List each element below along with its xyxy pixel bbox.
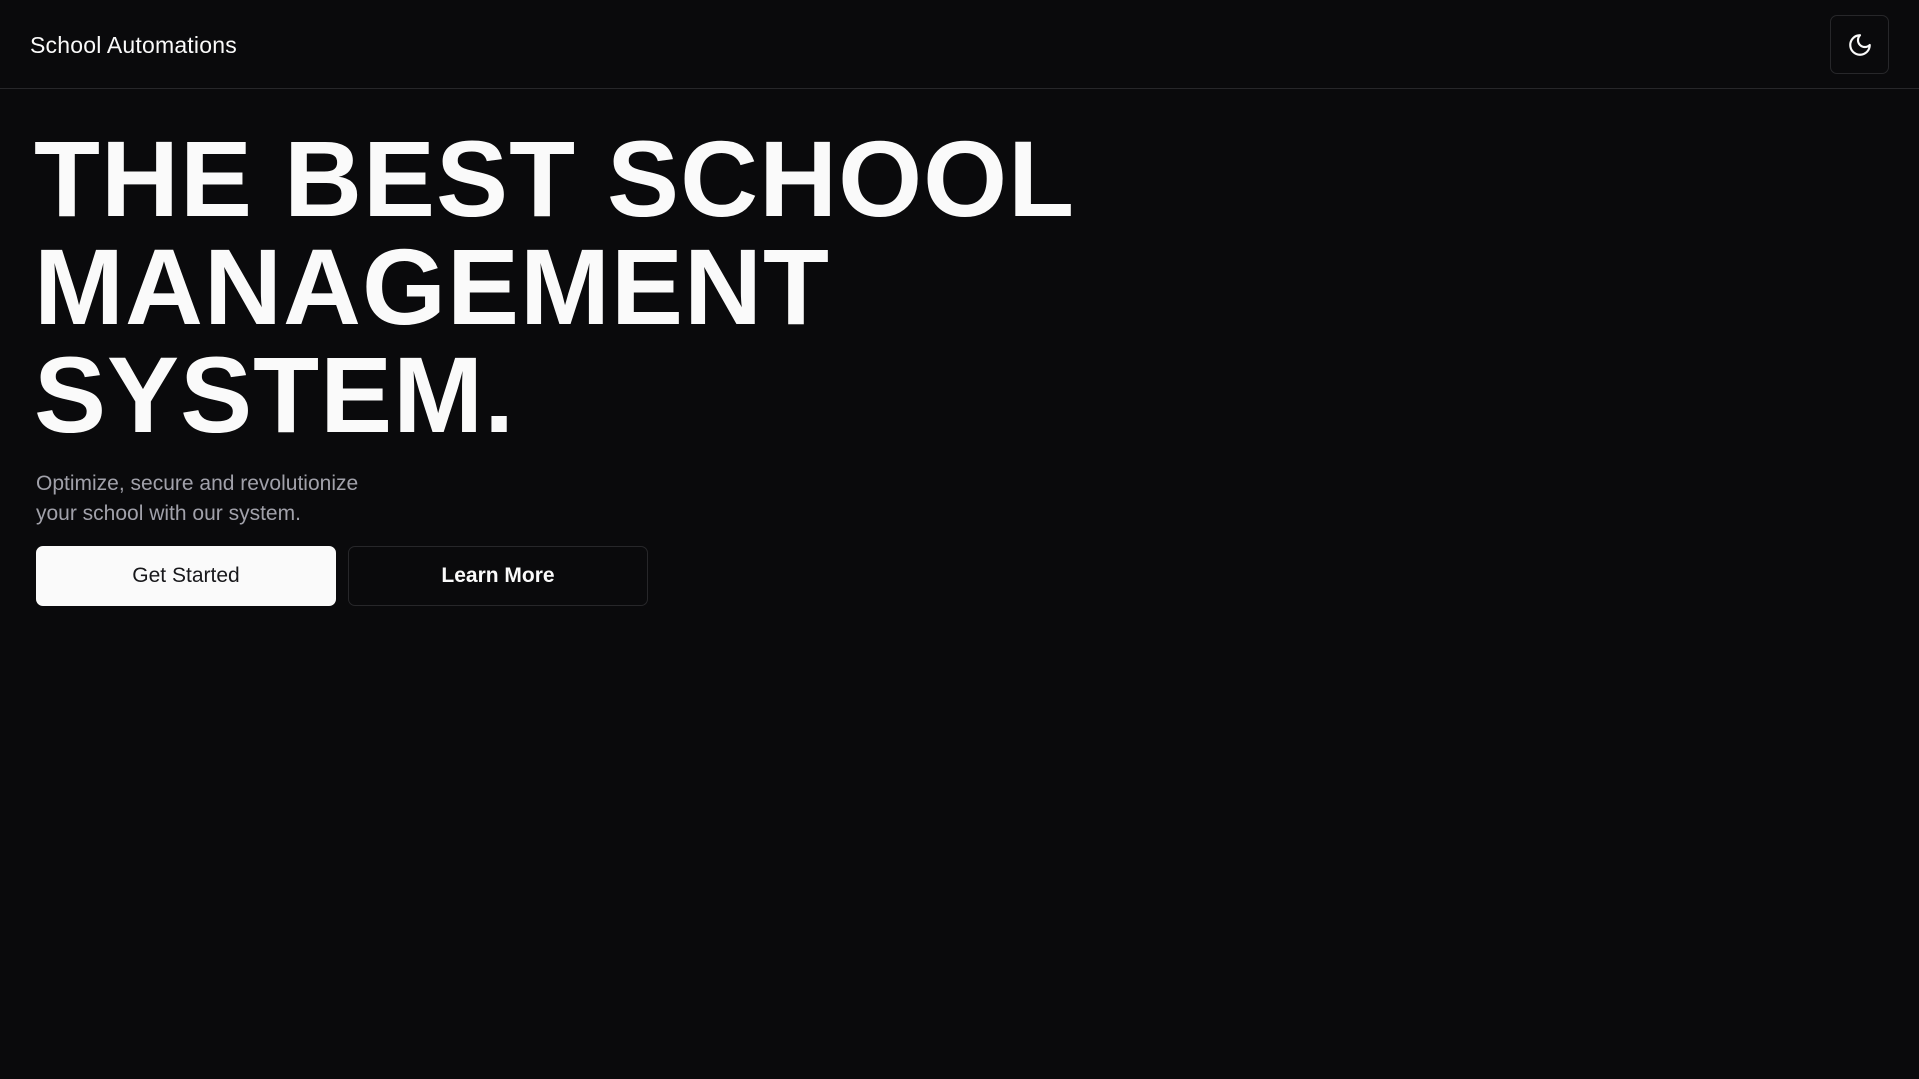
moon-icon [1847,32,1873,58]
hero-title: THE BEST SCHOOL MANAGEMENT SYSTEM. [34,125,1075,449]
hero-title-line: SYSTEM. [34,334,516,455]
hero-title-line: MANAGEMENT [34,226,830,347]
hero-subtitle-line: your school with our system. [36,502,301,525]
hero-subtitle-line: Optimize, secure and revolutionize [36,472,359,495]
brand-link[interactable]: School Automations [30,29,237,61]
top-navigation-bar: School Automations [0,0,1919,89]
get-started-button[interactable]: Get Started [36,546,336,606]
hero-title-line: THE BEST SCHOOL [34,118,1076,239]
theme-toggle-button[interactable] [1830,15,1889,74]
hero-subtitle: Optimize, secure and revolutionize your … [36,469,358,529]
learn-more-button[interactable]: Learn More [348,546,648,606]
